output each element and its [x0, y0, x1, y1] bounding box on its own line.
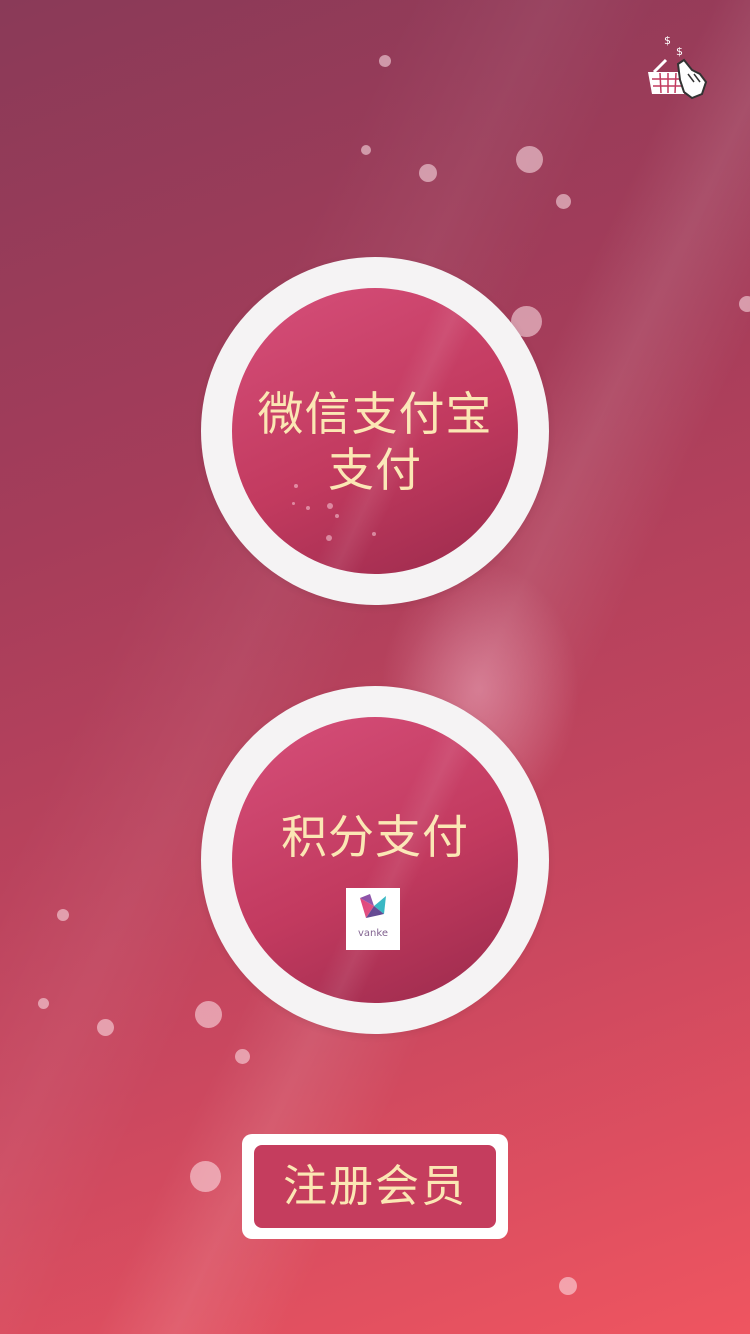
decor-bubble [235, 1049, 250, 1064]
points-pay-label: 积分支付 [281, 810, 469, 864]
decor-bubble [379, 55, 391, 67]
wechat-alipay-ring: 微信支付宝 支付 [201, 257, 549, 605]
decor-sparkle [372, 532, 376, 536]
points-pay-button[interactable]: 积分支付 vanke [232, 717, 518, 1003]
decor-bubble [559, 1277, 577, 1295]
points-pay-ring: 积分支付 vanke [201, 686, 549, 1034]
decor-bubble [556, 194, 571, 209]
decor-bubble [361, 145, 371, 155]
decor-sparkle [326, 535, 332, 541]
register-button-frame: 注册会员 [242, 1134, 508, 1239]
vanke-logo: vanke [346, 888, 400, 950]
decor-bubble [516, 146, 543, 173]
decor-sparkle [306, 506, 310, 510]
decor-bubble [97, 1019, 114, 1036]
decor-sparkle [335, 514, 339, 518]
decor-bubble [57, 909, 69, 921]
payment-screen: $ $ 微信支付宝 支付 积分支付 vanke 注册会员 [0, 0, 750, 1334]
svg-text:$: $ [664, 34, 671, 47]
wechat-alipay-pay-button[interactable]: 微信支付宝 支付 [232, 288, 518, 574]
vanke-logo-text: vanke [358, 928, 388, 939]
decor-bubble [739, 296, 750, 312]
decor-bubble [195, 1001, 222, 1028]
decor-bubble [190, 1161, 221, 1192]
wechat-alipay-pay-label: 微信支付宝 支付 [257, 387, 493, 497]
decor-bubble [419, 164, 437, 182]
register-member-button[interactable]: 注册会员 [254, 1145, 496, 1228]
shopping-basket-hand-icon[interactable]: $ $ [640, 30, 716, 106]
decor-sparkle [294, 484, 298, 488]
svg-text:$: $ [676, 45, 683, 58]
decor-sparkle [327, 503, 333, 509]
decor-bubble [38, 998, 49, 1009]
decor-sparkle [292, 502, 295, 505]
